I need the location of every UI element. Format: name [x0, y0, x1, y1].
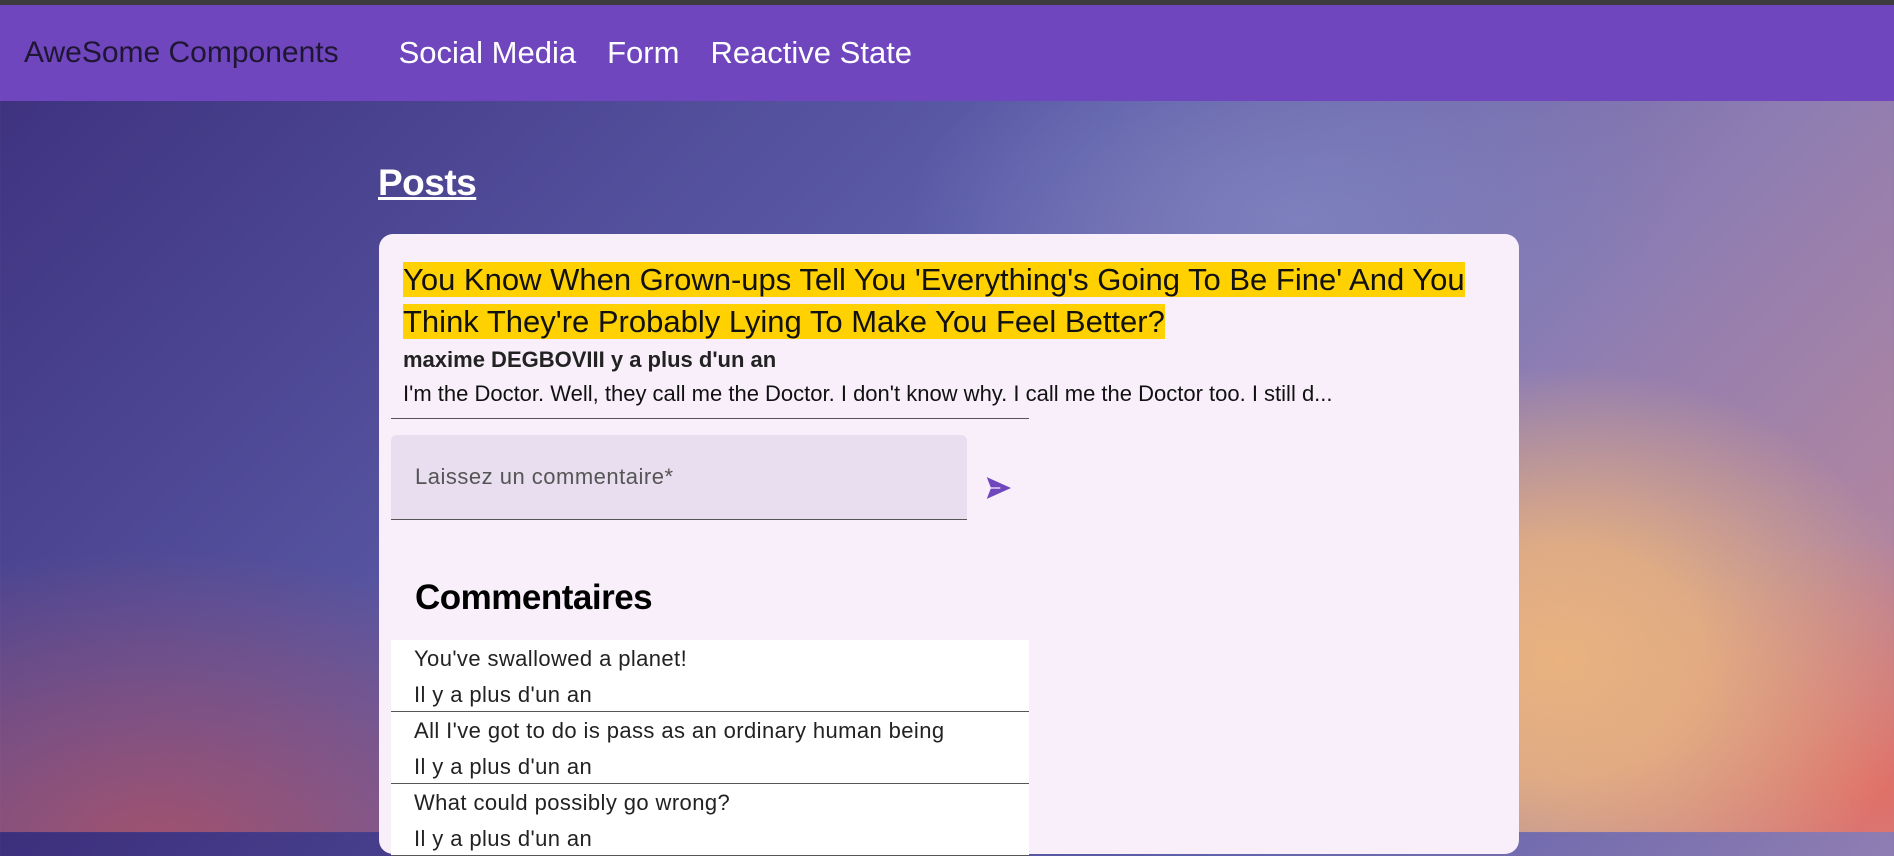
post-excerpt: I'm the Doctor. Well, they call me the D…	[403, 381, 1333, 406]
comment-time: Il y a plus d'un an	[414, 826, 593, 851]
comment-text: What could possibly go wrong?	[414, 790, 731, 815]
comments-heading: Commentaires	[415, 578, 653, 617]
brand-title[interactable]: AweSome Components	[24, 36, 339, 70]
nav-links: Social Media Form Reactive State	[399, 35, 912, 71]
comment-item: All I've got to do is pass as an ordinar…	[391, 712, 1029, 784]
comment-time: Il y a plus d'un an	[414, 754, 593, 779]
post-card: You Know When Grown-ups Tell You 'Everyt…	[379, 234, 1519, 856]
send-icon[interactable]	[981, 472, 1017, 504]
comment-field	[391, 435, 967, 520]
post-divider	[391, 418, 1029, 419]
post-title-text: You Know When Grown-ups Tell You 'Everyt…	[403, 262, 1465, 339]
comment-time: Il y a plus d'un an	[414, 682, 593, 707]
comments-list: You've swallowed a planet! Il y a plus d…	[391, 640, 1029, 856]
nav-link-form[interactable]: Form	[607, 35, 679, 71]
post-author: maxime DEGBOVIII y a plus d'un an	[403, 347, 777, 372]
comment-input[interactable]	[391, 435, 967, 519]
nav-link-social-media[interactable]: Social Media	[399, 35, 576, 71]
comment-item: What could possibly go wrong? Il y a plu…	[391, 784, 1029, 856]
nav-link-reactive-state[interactable]: Reactive State	[710, 35, 912, 71]
post-title: You Know When Grown-ups Tell You 'Everyt…	[403, 259, 1473, 343]
navbar: AweSome Components Social Media Form Rea…	[0, 5, 1894, 101]
posts-heading: Posts	[378, 162, 477, 203]
comment-item: You've swallowed a planet! Il y a plus d…	[391, 640, 1029, 712]
comment-text: You've swallowed a planet!	[414, 646, 688, 671]
comment-text: All I've got to do is pass as an ordinar…	[414, 718, 945, 743]
